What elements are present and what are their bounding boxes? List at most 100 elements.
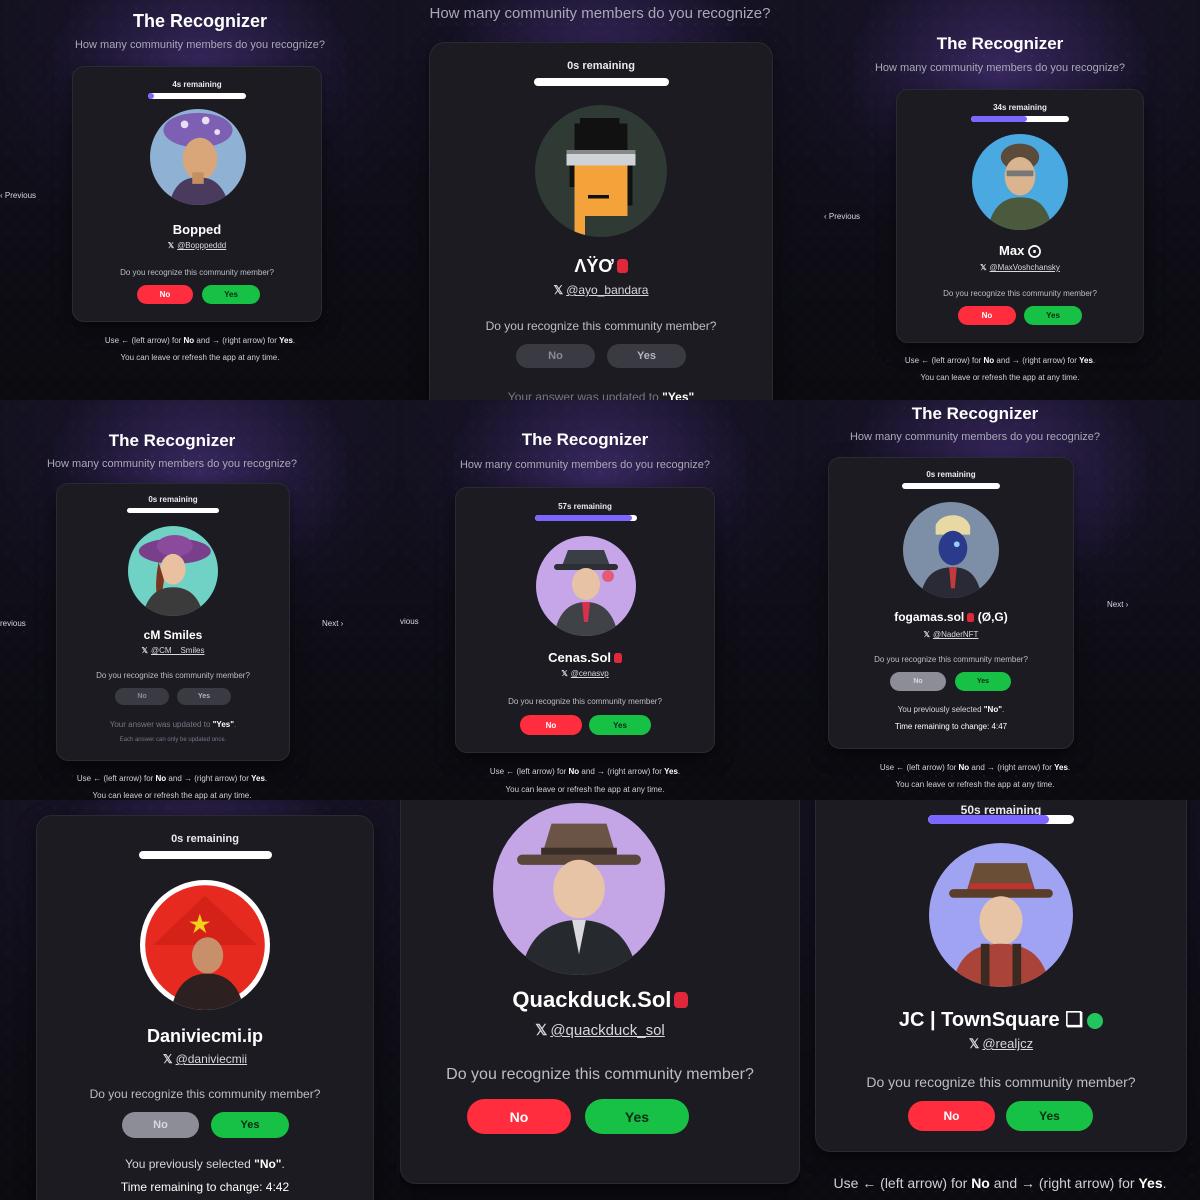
- backpack-icon: [616, 259, 628, 273]
- page-subtitle: How many community members do you recogn…: [74, 39, 326, 51]
- backpack-icon: [614, 652, 622, 663]
- timer-label: 0s remaining: [171, 833, 239, 845]
- x-icon: 𝕏: [141, 646, 148, 655]
- member-handle[interactable]: 𝕏 @daniviecmii: [37, 1052, 373, 1066]
- page-title: The Recognizer: [108, 431, 236, 450]
- page-subtitle: How many community members do you recogn…: [874, 62, 1126, 74]
- member-card: 4s remaining Bopped 𝕏 @Bopppeddd Do you r…: [72, 66, 322, 322]
- question-text: Do you recognize this community member?: [446, 1066, 754, 1083]
- member-avatar: [929, 843, 1073, 987]
- no-button[interactable]: No: [516, 344, 595, 368]
- member-handle[interactable]: 𝕏 @quackduck_sol: [401, 1021, 799, 1039]
- tile-ayo: How many community members do you recogn…: [400, 0, 800, 400]
- question-text: Do you recognize this community member?: [96, 671, 250, 680]
- yes-button[interactable]: Yes: [202, 285, 260, 304]
- timer-label: 0s remaining: [926, 470, 976, 479]
- yes-button[interactable]: Yes: [589, 715, 651, 735]
- page-title: The Recognizer: [521, 430, 649, 449]
- yes-button[interactable]: Yes: [211, 1112, 289, 1138]
- no-button[interactable]: No: [890, 672, 946, 691]
- no-button[interactable]: No: [908, 1101, 995, 1131]
- no-button[interactable]: No: [115, 688, 169, 705]
- leave-hint: You can leave or refresh the app at any …: [920, 373, 1080, 382]
- timer-label: 0s remaining: [567, 60, 635, 72]
- tile-jc-townsquare: 50s remaining JC | TownSquare ❏ 𝕏 @realjc…: [800, 800, 1200, 1200]
- member-handle[interactable]: 𝕏 @MaxVoshchansky: [897, 263, 1143, 272]
- no-button[interactable]: No: [520, 715, 582, 735]
- yes-button[interactable]: Yes: [1024, 306, 1082, 325]
- next-link[interactable]: Next ›: [322, 619, 343, 628]
- yes-button[interactable]: Yes: [955, 672, 1011, 691]
- answer-updated-note: Your answer was updated to "Yes": [507, 390, 695, 400]
- change-countdown: Time remaining to change: 4:42: [120, 1180, 290, 1194]
- member-name: Cenas.Sol: [456, 650, 714, 665]
- member-handle[interactable]: 𝕏 @cenasvp: [456, 669, 714, 678]
- keyboard-hint: Use ← (left arrow) for No and → (right a…: [489, 767, 681, 776]
- page-title: The Recognizer: [936, 34, 1064, 53]
- next-link[interactable]: Next ›: [1107, 600, 1128, 609]
- member-avatar: [150, 109, 246, 205]
- no-button[interactable]: No: [467, 1099, 571, 1134]
- member-card: 34s remaining Max ⨀ 𝕏 @MaxVoshchansky Do …: [896, 89, 1144, 343]
- previous-selection-note: You previously selected "No".: [897, 705, 1005, 714]
- yes-button[interactable]: Yes: [607, 344, 686, 368]
- member-card: 0s remaining cM Smiles 𝕏 @CM__Smiles Do y…: [56, 483, 290, 761]
- member-card: 0s remaining Daniviecmi.ip 𝕏 @daniviecmii…: [36, 815, 374, 1200]
- question-text: Do you recognize this community member?: [120, 268, 274, 277]
- tile-cenas: The Recognizer How many community member…: [400, 400, 800, 800]
- keyboard-hint: Use ← (left arrow) for No and → (right a…: [833, 1175, 1167, 1191]
- question-text: Do you recognize this community member?: [866, 1074, 1136, 1090]
- member-card: 57s remaining Cenas.Sol 𝕏 @cenasvp Do you…: [455, 487, 715, 753]
- previous-link[interactable]: ‹ Previous: [0, 191, 36, 200]
- timer-label: 57s remaining: [558, 502, 612, 511]
- change-countdown: Time remaining to change: 4:47: [894, 722, 1008, 731]
- member-avatar: [140, 880, 270, 1010]
- member-handle[interactable]: 𝕏 @Bopppeddd: [73, 241, 321, 250]
- question-text: Do you recognize this community member?: [874, 655, 1028, 664]
- tile-max: The Recognizer How many community member…: [800, 0, 1200, 400]
- question-text: Do you recognize this community member?: [485, 319, 717, 333]
- member-name: cM Smiles: [143, 628, 203, 642]
- member-name: Daniviecmi.ip: [146, 1026, 264, 1046]
- member-name: Bopped: [172, 222, 222, 237]
- previous-link[interactable]: revious: [0, 619, 26, 628]
- question-text: Do you recognize this community member?: [508, 697, 662, 706]
- green-circle-icon: [1087, 1012, 1104, 1029]
- yes-button[interactable]: Yes: [177, 688, 231, 705]
- keyboard-hint: Use ← (left arrow) for No and → (right a…: [904, 356, 1096, 365]
- x-icon: 𝕏: [167, 241, 175, 250]
- member-handle[interactable]: 𝕏 @CM__Smiles: [57, 646, 289, 655]
- member-name: ΛŸƠ: [430, 256, 772, 277]
- timer-label: 34s remaining: [993, 103, 1047, 112]
- x-icon: 𝕏: [535, 1022, 548, 1039]
- collage-grid: The Recognizer How many community member…: [0, 0, 1200, 1200]
- yes-button[interactable]: Yes: [585, 1099, 689, 1134]
- tile-quackduck: Quackduck.Sol 𝕏 @quackduck_sol Do you rec…: [400, 800, 800, 1200]
- no-button[interactable]: No: [122, 1112, 199, 1138]
- timer-progress: [535, 515, 637, 521]
- page-title: The Recognizer: [911, 404, 1039, 423]
- previous-link[interactable]: ‹ Previous: [824, 212, 860, 221]
- keyboard-hint: Use ← (left arrow) for No and → (right a…: [76, 774, 268, 783]
- member-handle[interactable]: 𝕏 @ayo_bandara: [430, 283, 772, 297]
- timer-progress: [127, 508, 219, 513]
- previous-link[interactable]: vious: [400, 617, 419, 626]
- timer-label: 0s remaining: [148, 495, 198, 504]
- x-icon: 𝕏: [553, 283, 564, 297]
- member-card: 50s remaining JC | TownSquare ❏ 𝕏 @realjc…: [815, 800, 1187, 1152]
- question-text: Do you recognize this community member?: [943, 289, 1097, 298]
- keyboard-hint: Use ← (left arrow) for No and → (right a…: [879, 763, 1071, 772]
- member-handle[interactable]: 𝕏 @realjcz: [816, 1036, 1186, 1052]
- timer-progress: [139, 851, 272, 859]
- no-button[interactable]: No: [137, 285, 193, 304]
- backpack-icon: [674, 991, 688, 1009]
- timer-progress: [971, 116, 1069, 122]
- yes-button[interactable]: Yes: [1006, 1101, 1093, 1131]
- timer-progress: [928, 815, 1074, 824]
- tile-cm-smiles: The Recognizer How many community member…: [0, 400, 400, 800]
- member-name: JC | TownSquare ❏: [816, 1007, 1186, 1032]
- no-button[interactable]: No: [958, 306, 1016, 325]
- backpack-icon: [967, 612, 975, 622]
- member-card: 0s remaining ΛŸƠ 𝕏 @ayo_bandara Do you re…: [429, 42, 773, 400]
- member-handle[interactable]: 𝕏 @NaderNFT: [829, 630, 1073, 639]
